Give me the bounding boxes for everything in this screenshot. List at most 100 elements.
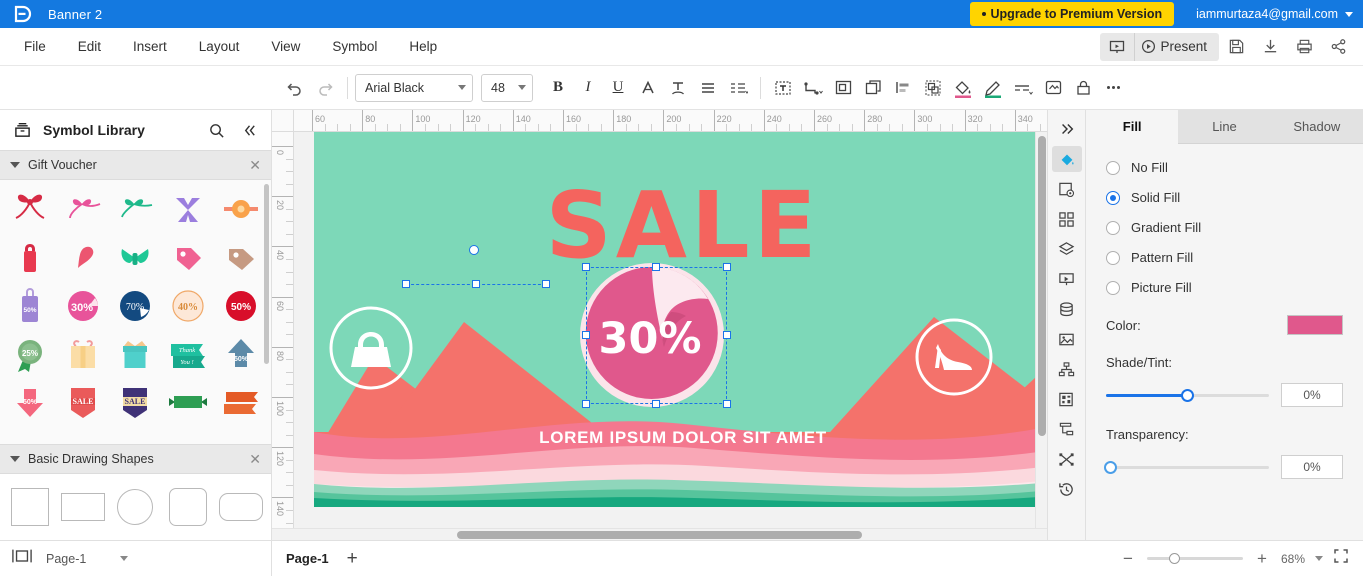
menu-item-help[interactable]: Help (393, 33, 453, 60)
symbol-badge-50-tag[interactable]: 50% (4, 282, 57, 330)
download-icon[interactable] (1253, 32, 1287, 62)
page-tab-page-1[interactable]: Page-1 (286, 551, 329, 566)
tab-line[interactable]: Line (1178, 110, 1271, 144)
horizontal-ruler[interactable]: 60 80 100 120 140 160 180 200 220 240 260 280 300 320… (294, 110, 1047, 132)
presentation-icon[interactable] (1052, 266, 1082, 292)
symbol-gift-box-cream[interactable] (57, 330, 110, 378)
shade-slider[interactable] (1106, 388, 1269, 402)
tab-fill[interactable]: Fill (1086, 110, 1179, 144)
redo-icon[interactable] (310, 73, 340, 103)
radio-no-fill[interactable] (1106, 160, 1120, 175)
group-icon[interactable] (918, 73, 948, 103)
hierarchy-icon[interactable] (1052, 356, 1082, 382)
zoom-level-value[interactable]: 68% (1281, 552, 1305, 566)
font-color-icon[interactable] (633, 73, 663, 103)
account-menu[interactable]: iammurtaza4@gmail.com (1196, 7, 1353, 21)
shuffle-icon[interactable] (1052, 446, 1082, 472)
theme-icon[interactable] (1038, 73, 1068, 103)
radio-solid-fill[interactable] (1106, 190, 1120, 205)
sale-rotate-handle[interactable] (469, 245, 479, 255)
radio-gradient-fill[interactable] (1106, 220, 1120, 235)
symbol-badge-50-starburst[interactable]: 50% (214, 282, 267, 330)
transparency-slider[interactable] (1104, 460, 1269, 474)
symbol-banner-green[interactable] (162, 378, 215, 426)
section-header-gift-voucher[interactable]: Gift Voucher ✕ (0, 150, 271, 180)
symbol-chevron-blue[interactable] (4, 426, 57, 444)
duplicate-icon[interactable] (858, 73, 888, 103)
shape-settings-icon[interactable] (1052, 176, 1082, 202)
line-spacing-icon[interactable] (723, 73, 753, 103)
symbol-bow-green[interactable] (109, 234, 162, 282)
symbol-scrollbar[interactable] (264, 184, 269, 364)
sticker-handle-sw[interactable] (582, 400, 590, 408)
symbol-bow-purple[interactable] (162, 186, 215, 234)
transparency-slider-knob[interactable] (1104, 460, 1117, 474)
tab-shadow[interactable]: Shadow (1270, 110, 1363, 144)
symbol-bow-teal[interactable] (109, 186, 162, 234)
symbol-thank-you-ribbon[interactable]: Thank You ! (162, 330, 215, 378)
menu-item-layout[interactable]: Layout (183, 33, 256, 60)
layers-icon[interactable] (1052, 236, 1082, 262)
add-page-button[interactable]: + (347, 548, 358, 570)
symbol-tag-red[interactable] (4, 234, 57, 282)
more-options-icon[interactable] (1098, 73, 1128, 103)
color-swatch[interactable] (1287, 315, 1343, 335)
text-box-icon[interactable] (768, 73, 798, 103)
fill-option-no-fill[interactable]: No Fill (1106, 160, 1343, 175)
zoom-in-button[interactable]: + (1253, 549, 1271, 569)
fill-option-gradient-fill[interactable]: Gradient Fill (1106, 220, 1343, 235)
symbol-bow-pink[interactable] (57, 186, 110, 234)
sale-handle-right[interactable] (542, 280, 550, 288)
symbol-badge-70[interactable]: 70% (109, 282, 162, 330)
menu-item-view[interactable]: View (255, 33, 316, 60)
vertical-scroll-thumb[interactable] (1038, 136, 1046, 436)
sticker-handle-s[interactable] (652, 400, 660, 408)
symbol-ribbon-pink[interactable] (57, 234, 110, 282)
menu-item-insert[interactable]: Insert (117, 33, 183, 60)
symbol-badge-30[interactable]: 30% (57, 282, 110, 330)
handbag-badge[interactable] (328, 305, 414, 391)
fill-option-solid-fill[interactable]: Solid Fill (1106, 190, 1343, 205)
symbol-sale-shield-purple[interactable]: SALE (109, 378, 162, 426)
font-size-select[interactable]: 48 (481, 73, 533, 102)
shade-slider-knob[interactable] (1180, 388, 1194, 402)
zoom-out-button[interactable]: − (1119, 549, 1137, 569)
menu-item-file[interactable]: File (8, 33, 62, 60)
canvas-vertical-scrollbar[interactable] (1035, 132, 1047, 528)
chevron-down-icon[interactable] (1315, 556, 1323, 561)
fullscreen-icon[interactable] (1333, 548, 1349, 569)
shoe-badge[interactable] (914, 317, 994, 397)
fill-color-icon[interactable] (948, 73, 978, 103)
sticker-handle-n[interactable] (652, 263, 660, 271)
collapse-panel-icon[interactable] (237, 118, 261, 142)
present-button[interactable]: Present (1134, 32, 1219, 61)
symbol-chevron-purple[interactable] (57, 426, 110, 444)
close-icon[interactable]: ✕ (249, 451, 261, 468)
canvas-horizontal-scrollbar[interactable] (272, 528, 1047, 540)
align-objects-icon[interactable] (888, 73, 918, 103)
connector-icon[interactable] (798, 73, 828, 103)
shape-rounded-rectangle[interactable] (214, 484, 267, 530)
symbol-gift-box-teal[interactable] (109, 330, 162, 378)
sale-handle-left[interactable] (402, 280, 410, 288)
sticker-handle-ne[interactable] (723, 263, 731, 271)
radio-pattern-fill[interactable] (1106, 250, 1120, 265)
shape-circle[interactable] (109, 484, 162, 530)
search-icon[interactable] (204, 118, 228, 142)
shade-value[interactable]: 0% (1281, 383, 1343, 407)
save-icon[interactable] (1219, 32, 1253, 62)
close-icon[interactable]: ✕ (249, 157, 261, 174)
grid-layout-icon[interactable] (1052, 206, 1082, 232)
italic-button[interactable]: I (573, 73, 603, 103)
vertical-ruler[interactable]: 0 20 40 60 80 100 120 140 (272, 132, 294, 528)
qr-code-icon[interactable] (1052, 386, 1082, 412)
transparency-value[interactable]: 0% (1281, 455, 1343, 479)
sticker-handle-se[interactable] (723, 400, 731, 408)
menu-item-symbol[interactable]: Symbol (316, 33, 393, 60)
expand-panel-icon[interactable] (1052, 116, 1082, 142)
symbol-flower-orange[interactable] (214, 186, 267, 234)
symbol-bow-red[interactable] (4, 186, 57, 234)
symbol-banner-orange[interactable] (214, 378, 267, 426)
shape-rounded-square[interactable] (162, 484, 215, 530)
underline-button[interactable]: U (603, 73, 633, 103)
